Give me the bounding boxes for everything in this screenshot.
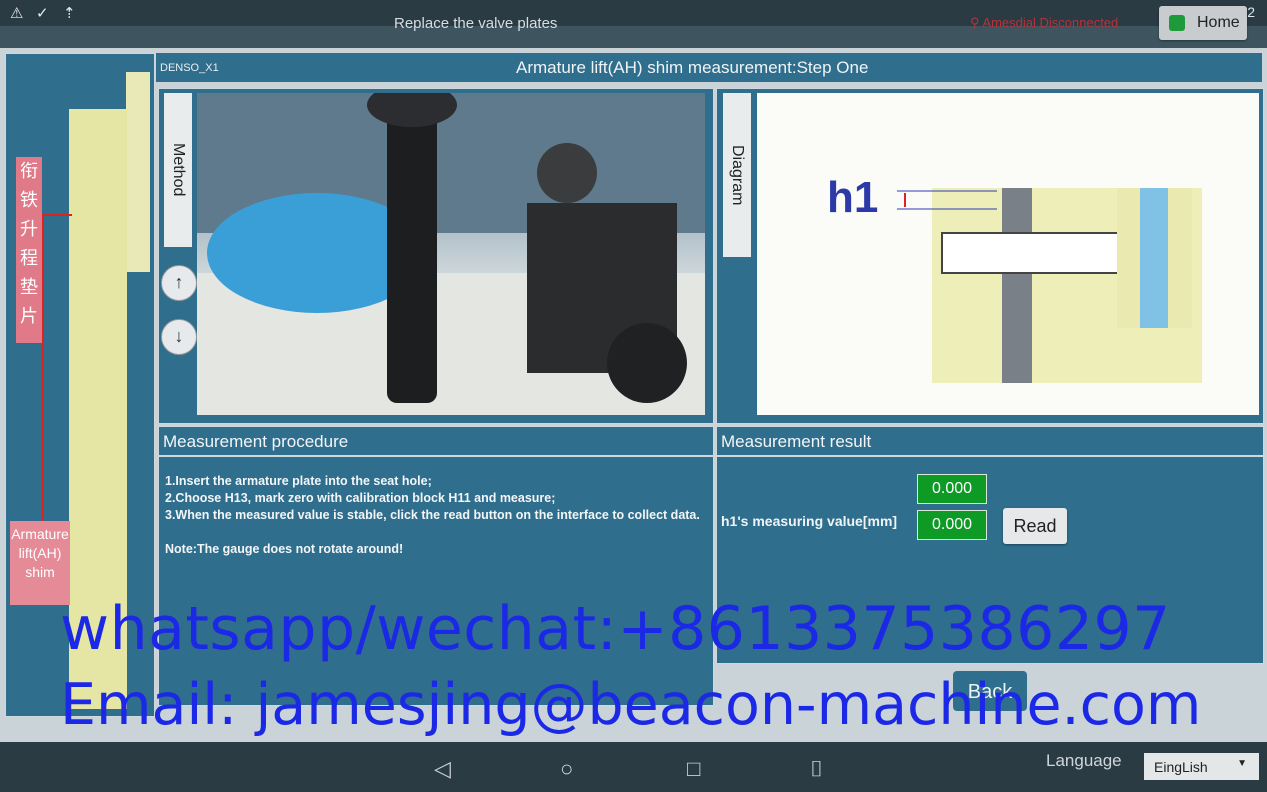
pointer-line	[42, 214, 72, 216]
gauge-photo-illustration	[197, 93, 705, 415]
scroll-up-button[interactable]: ↑	[161, 265, 197, 301]
injector-diagram	[897, 188, 1202, 383]
page-header: DENSO_X1 Armature lift(AH) shim measurem…	[156, 53, 1262, 82]
home-label: Home	[1197, 14, 1240, 31]
window-title: Replace the valve plates	[394, 15, 558, 32]
reference-value: 0.000	[917, 474, 987, 504]
diagram-panel: Diagram h1	[716, 88, 1264, 424]
recents-nav-icon[interactable]: □	[687, 756, 700, 782]
pointer-line-vertical	[42, 214, 44, 524]
home-nav-icon[interactable]: ○	[560, 756, 573, 782]
result-title: Measurement result	[721, 432, 872, 451]
title-bar: Replace the valve plates ⚲ Amesdial Disc…	[0, 0, 1267, 48]
connection-status-text: Amesdial Disconnected	[982, 15, 1119, 30]
page-title: Armature lift(AH) shim measurement:Step …	[516, 58, 869, 77]
arrow-up-icon: ↑	[174, 272, 184, 292]
back-nav-icon[interactable]: ◁	[434, 756, 451, 782]
read-button[interactable]: Read	[1003, 508, 1067, 544]
screenshot-icon[interactable]: ⌷	[810, 756, 823, 782]
home-icon	[1169, 15, 1185, 31]
navigation-bar: ◁ ○ □ ⌷ Language EingLish ▼	[0, 742, 1267, 792]
language-value: EingLish	[1154, 759, 1208, 775]
tab-diagram[interactable]: Diagram	[723, 93, 751, 257]
h1-value: 0.000	[917, 510, 987, 540]
email-watermark: Email: jamesjing@beacon-machine.com	[60, 672, 1202, 738]
connection-status: ⚲ Amesdial Disconnected	[970, 15, 1119, 30]
model-label: DENSO_X1	[160, 62, 219, 74]
procedure-header: Measurement procedure	[158, 426, 714, 456]
injector-top-part	[126, 72, 150, 272]
tab-method[interactable]: Method	[164, 93, 192, 247]
language-select[interactable]: EingLish ▼	[1144, 753, 1259, 780]
arrow-down-icon: ↓	[174, 326, 184, 346]
contact-watermark: whatsapp/wechat:+8613375386297	[60, 594, 1171, 664]
chinese-label: 衔铁升程垫片	[16, 157, 42, 343]
diagram-image: h1	[757, 93, 1259, 415]
method-photo	[197, 93, 705, 415]
armature-lift-label: Armature lift(AH) shim	[10, 521, 70, 605]
method-panel: Method ↑ ↓	[158, 88, 714, 424]
procedure-panel: 1.Insert the armature plate into the sea…	[158, 456, 714, 706]
language-label: Language	[1046, 751, 1122, 770]
result-header: Measurement result	[716, 426, 1264, 456]
procedure-text: 1.Insert the armature plate into the sea…	[165, 474, 700, 556]
scroll-down-button[interactable]: ↓	[161, 319, 197, 355]
home-button[interactable]: Home	[1159, 6, 1247, 40]
procedure-title: Measurement procedure	[163, 432, 349, 451]
h1-value-label: h1's measuring value[mm]	[721, 513, 898, 529]
h1-marker: h1	[827, 173, 879, 222]
chevron-down-icon: ▼	[1237, 758, 1247, 769]
